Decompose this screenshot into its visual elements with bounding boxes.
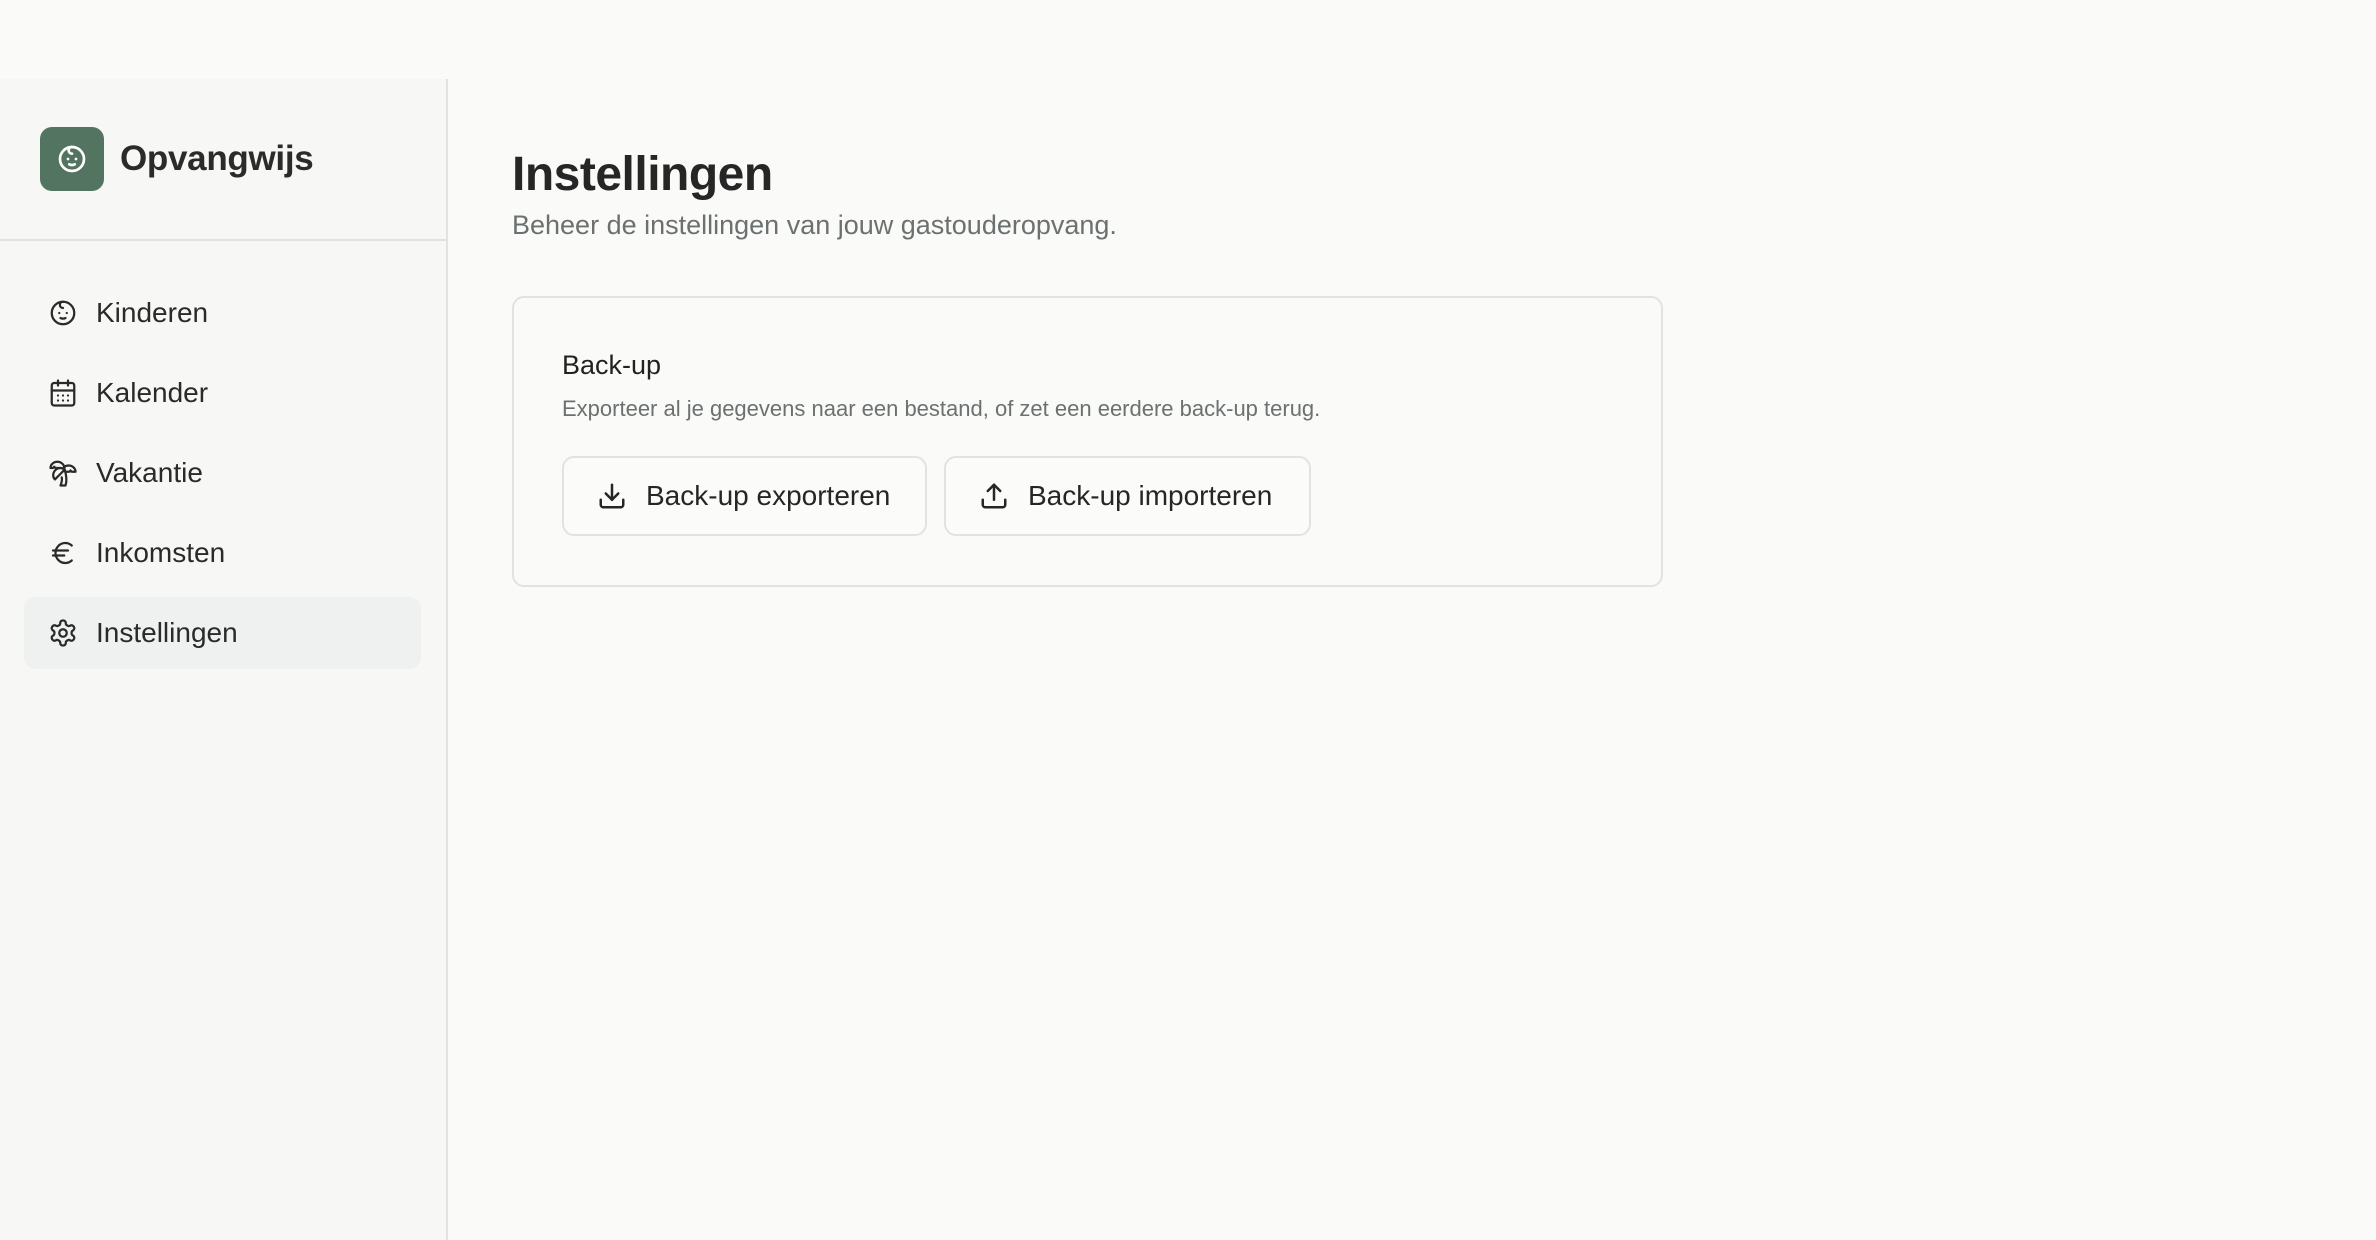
- backup-title: Back-up: [562, 350, 662, 380]
- app-shell: Opvangwijs Kinderen Kalender Vakantie In…: [0, 79, 2376, 1240]
- download-icon: [596, 480, 628, 512]
- backup-description: Exporteer al je gegevens naar een bestan…: [562, 396, 1321, 421]
- gear-icon: [48, 618, 78, 648]
- sidebar-item-vakantie[interactable]: Vakantie: [24, 437, 421, 509]
- main-content: Instellingen Beheer de instellingen van …: [450, 79, 2376, 1240]
- sidebar-item-kinderen[interactable]: Kinderen: [24, 277, 421, 349]
- calendar-icon: [48, 378, 78, 408]
- sidebar-item-label: Kalender: [96, 377, 209, 408]
- page-subtitle: Beheer de instellingen van jouw gastoude…: [512, 210, 1117, 240]
- sidebar-item-kalender[interactable]: Kalender: [24, 357, 421, 429]
- sidebar: Opvangwijs Kinderen Kalender Vakantie In…: [0, 79, 448, 1240]
- sidebar-item-label: Inkomsten: [96, 537, 226, 568]
- import-backup-label: Back-up importeren: [1028, 480, 1273, 511]
- palm-tree-icon: [48, 458, 78, 488]
- baby-face-logo-icon: [40, 127, 104, 191]
- import-backup-button[interactable]: Back-up importeren: [944, 456, 1311, 536]
- backup-card: Back-up Exporteer al je gegevens naar ee…: [512, 296, 1663, 587]
- sidebar-item-inkomsten[interactable]: Inkomsten: [24, 517, 421, 589]
- page-title: Instellingen: [512, 148, 773, 201]
- upload-icon: [978, 480, 1010, 512]
- sidebar-item-label: Kinderen: [96, 297, 209, 328]
- brand[interactable]: Opvangwijs: [0, 79, 446, 241]
- export-backup-label: Back-up exporteren: [646, 480, 891, 511]
- sidebar-item-label: Instellingen: [96, 617, 238, 648]
- euro-icon: [48, 538, 78, 568]
- app-name: Opvangwijs: [120, 139, 314, 178]
- sidebar-item-instellingen[interactable]: Instellingen: [24, 597, 421, 669]
- export-backup-button[interactable]: Back-up exporteren: [562, 456, 927, 536]
- baby-face-icon: [48, 298, 78, 328]
- sidebar-nav: Kinderen Kalender Vakantie Inkomsten Ins…: [0, 241, 446, 669]
- sidebar-item-label: Vakantie: [96, 457, 203, 488]
